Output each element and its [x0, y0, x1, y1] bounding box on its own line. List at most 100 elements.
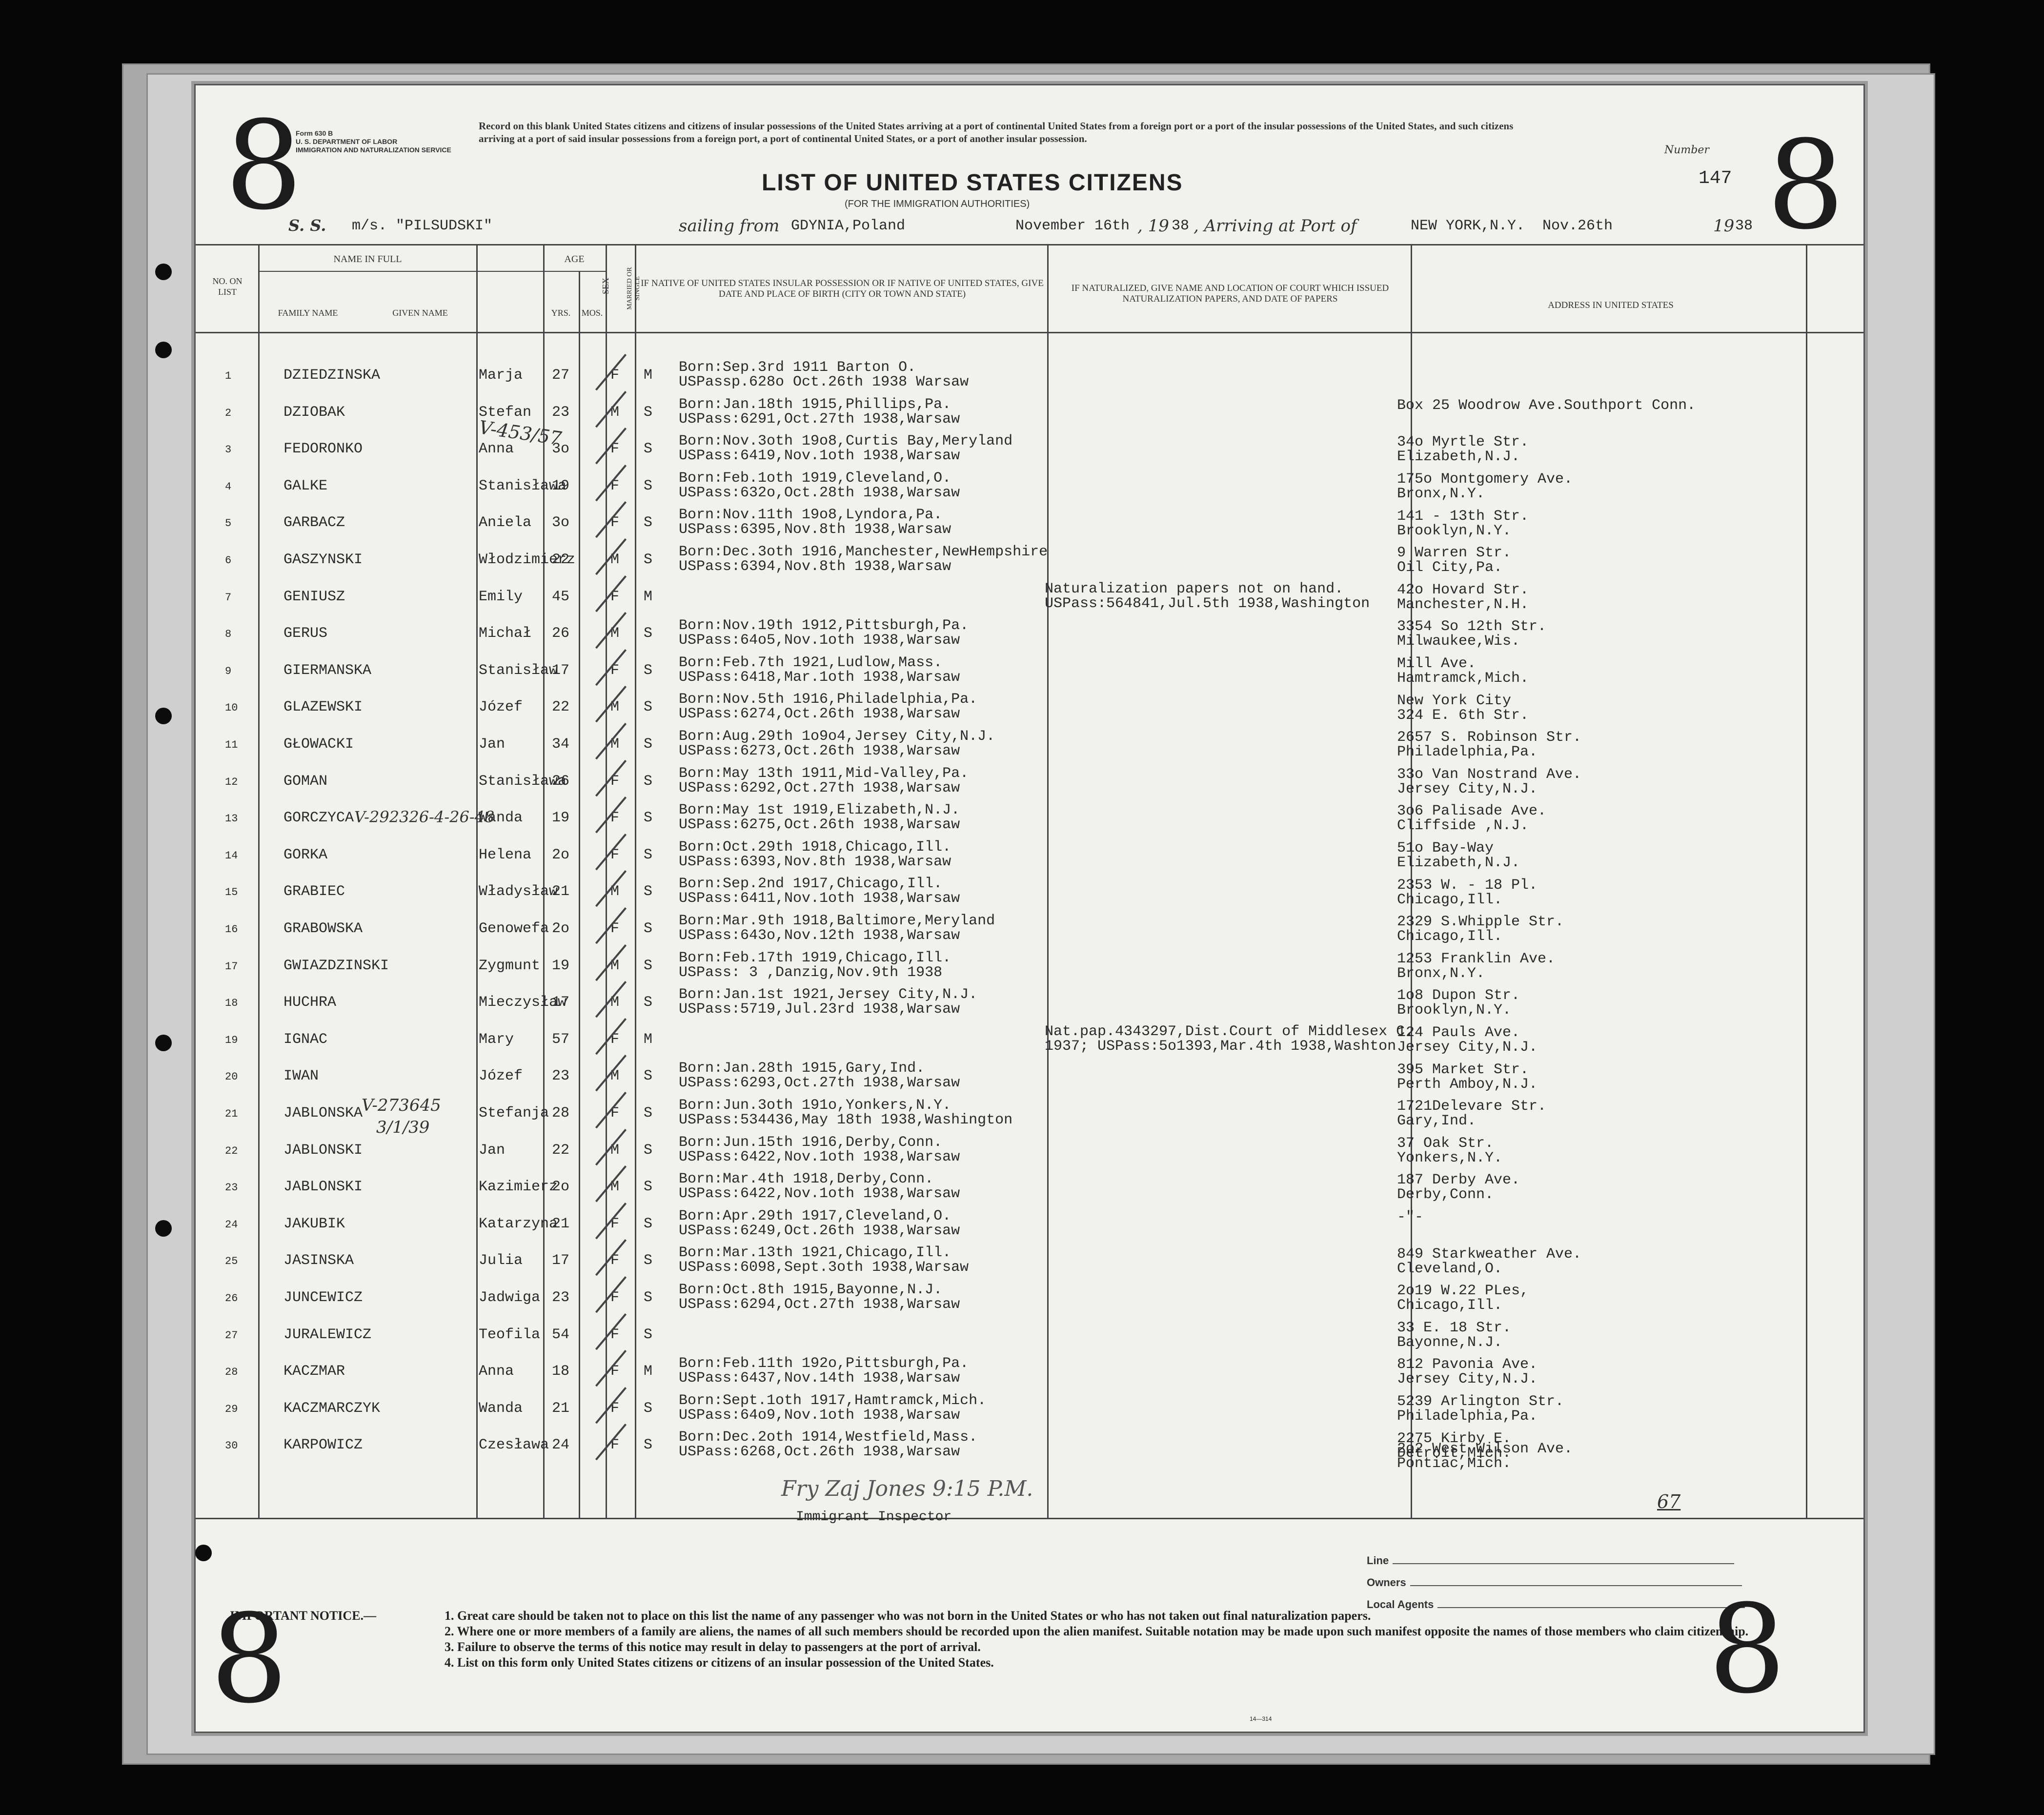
row-number: 26: [225, 1292, 238, 1305]
check-mark: [595, 833, 627, 871]
given-name: Marja: [479, 367, 523, 384]
address-line2: Milwaukee,Wis.: [1397, 633, 1520, 650]
passport-info: USPass:6418,Mar.1oth 1938,Warsaw: [679, 669, 960, 686]
last-address-line1: 2o2 West Wilson Ave.: [1397, 1441, 1573, 1457]
row-number: 4: [225, 480, 232, 493]
page-subtitle: (FOR THE IMMIGRATION AUTHORITIES): [845, 199, 1030, 209]
passport-info: USPass:6291,Oct.27th 1938,Warsaw: [679, 410, 960, 428]
marital-status: S: [644, 1400, 653, 1417]
age-years: 22: [552, 1142, 570, 1159]
given-name: Józef: [479, 1068, 523, 1085]
binder-hole: [155, 708, 172, 724]
family-name: GRABOWSKA: [283, 920, 363, 937]
family-name: GARBACZ: [283, 514, 345, 531]
birth-info: Born:Sep.2nd 1917,Chicago,Ill.: [679, 876, 943, 893]
marital-status: S: [644, 846, 653, 863]
row-number: 10: [225, 702, 238, 714]
header-birth: If native of United States insular posse…: [641, 278, 1044, 299]
row-number: 16: [225, 923, 238, 936]
family-name: IWAN: [283, 1068, 319, 1085]
subheader-rule: [258, 271, 606, 272]
given-name: Jadwiga: [479, 1289, 541, 1306]
address-line1: 37 Oak Str.: [1397, 1135, 1494, 1152]
given-name: Aniela: [479, 514, 532, 531]
row-number: 11: [225, 739, 238, 751]
age-years: 26: [552, 773, 570, 790]
check-mark: [595, 649, 627, 686]
row-number: 21: [225, 1108, 238, 1120]
family-name: JASINSKA: [283, 1252, 354, 1269]
row-number: 15: [225, 886, 238, 899]
address-line1: 5239 Arlington Str.: [1397, 1393, 1564, 1410]
inspector-label: Immigrant Inspector: [796, 1509, 952, 1525]
table-row: 3 FEDORONKO Anna 3o F S Born:Nov.3oth 19o8,Cur…: [196, 428, 1863, 469]
marital-status: S: [644, 920, 653, 937]
row-number: 19: [225, 1034, 238, 1046]
given-name: Zygmunt: [479, 957, 541, 974]
family-name: DZIOBAK: [283, 404, 345, 421]
given-name: Katarzyna: [479, 1215, 558, 1232]
table-row: 30 KARPOWICZ Czesława 24 F S Born:Dec.2oth 191…: [196, 1424, 1863, 1466]
header-given: Given Name: [392, 308, 448, 318]
marital-status: S: [644, 1179, 653, 1196]
header-naturalized: If naturalized, give name and location o…: [1071, 283, 1389, 304]
notice-2: 2. Where one or more members of a family…: [445, 1624, 1749, 1638]
check-mark: [595, 501, 627, 538]
table-row: 22 JABLONSKI Jan 22 M S Born:Jun.15th 1916,Der…: [196, 1128, 1863, 1171]
passport-info: USPass:6419,Nov.1oth 1938,Warsaw: [679, 448, 960, 465]
birth-info: Born:Feb.7th 1921,Ludlow,Mass.: [679, 654, 943, 671]
check-mark: [595, 686, 627, 723]
row-number: 22: [225, 1144, 238, 1157]
check-mark: [595, 390, 627, 428]
last-address-line2: Pontiac,Mich.: [1397, 1455, 1512, 1472]
header-address: Address in United States: [1548, 300, 1674, 310]
ss-label: S. S.: [288, 216, 326, 235]
passport-info: USPass:643o,Nov.12th 1938,Warsaw: [679, 927, 960, 944]
birth-info: Born:Apr.29th 1917,Cleveland,O.: [679, 1207, 951, 1224]
marital-status: S: [644, 810, 653, 827]
address-line1: Box 25 Woodrow Ave.Southport Conn.: [1397, 397, 1696, 414]
manifest-page: 8 8 Form 630 B U. S. DEPARTMENT OF LABOR…: [194, 84, 1865, 1733]
age-years: 24: [552, 1437, 570, 1454]
check-mark: [595, 1055, 627, 1092]
address-line1: 1253 Franklin Ave.: [1397, 950, 1556, 967]
passport-info: USPass:64o9,Nov.1oth 1938,Warsaw: [679, 1407, 960, 1424]
passport-info: USPass:6268,Oct.26th 1938,Warsaw: [679, 1444, 960, 1461]
given-name: Kazimierz: [479, 1179, 558, 1196]
ship-name: m/s. "PILSUDSKI": [352, 218, 493, 234]
check-mark: [595, 723, 627, 760]
age-years: 45: [552, 588, 570, 605]
table-row: 2 DZIOBAK Stefan 23 M S Born:Jan.18th 1915,Phi…: [196, 390, 1863, 433]
check-mark: [595, 1313, 627, 1350]
table-row: 21 JABLONSKA Stefanja 28 F S Born:Jun.3oth 191…: [196, 1092, 1863, 1134]
big-eight-bottom-left: 8: [210, 1588, 288, 1730]
birth-info: Born:May 13th 1911,Mid-Valley,Pa.: [679, 765, 969, 782]
given-name: Wanda: [479, 1400, 523, 1417]
family-name: JAKUBIK: [283, 1215, 345, 1232]
passport-info: USPass:6395,Nov.8th 1938,Warsaw: [679, 521, 951, 538]
table-row: 17 GWIAZDZINSKI Zygmunt 19 M S Born:Feb.17th 1…: [196, 944, 1863, 986]
passport-info: USPass:64o5,Nov.1oth 1938,Warsaw: [679, 632, 960, 649]
birth-info: Born:Mar.9th 1918,Baltimore,Meryland: [679, 913, 995, 929]
table-row: 29 KACZMARCZYK Wanda 21 F S Born:Sept.1oth 191…: [196, 1387, 1863, 1429]
family-name: GORCZYCA: [283, 810, 354, 827]
address-line1: 141 - 13th Str.: [1397, 508, 1529, 525]
table-row: 20 IWAN Józef 23 M S Born:Jan.28th 1915,Gary,I…: [196, 1055, 1863, 1097]
row-number: 3: [225, 444, 232, 456]
given-name: Genowefa: [479, 920, 549, 937]
marital-status: S: [644, 514, 653, 531]
year-label: , 19: [1137, 216, 1169, 236]
row-number: 30: [225, 1440, 238, 1452]
arrival-date: Nov.26th: [1542, 218, 1613, 234]
given-name: Mary: [479, 1031, 514, 1048]
family-name: GIERMANSKA: [283, 662, 372, 679]
check-mark: [595, 1202, 627, 1240]
passport-info: USPass:6274,Oct.26th 1938,Warsaw: [679, 706, 960, 723]
departure-port: GDYNIA,Poland: [791, 218, 906, 234]
family-name: GRABIEC: [283, 883, 345, 900]
marital-status: S: [644, 736, 653, 753]
notice-3: 3. Failure to observe the terms of this …: [445, 1640, 981, 1654]
address-line2: Oil City,Pa.: [1397, 559, 1503, 576]
check-mark: [595, 1424, 627, 1461]
passport-info: USPass:6249,Oct.26th 1938,Warsaw: [679, 1222, 960, 1239]
